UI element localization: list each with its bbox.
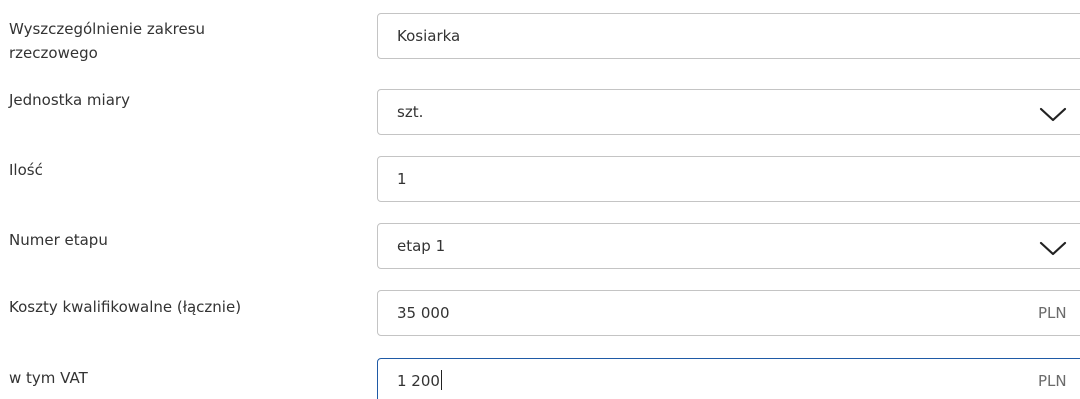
quantity-value: 1 [397, 170, 407, 188]
scope-description-label: Wyszczególnienie zakresu rzeczowego [9, 20, 206, 62]
eligible-costs-input[interactable]: 35 000 PLN [377, 290, 1080, 336]
scope-description-input[interactable]: Kosiarka [377, 13, 1080, 59]
vat-input[interactable]: 1 200 PLN [377, 358, 1080, 399]
stage-number-label: Numer etapu [9, 231, 108, 249]
text-caret [440, 370, 442, 390]
scope-description-value: Kosiarka [397, 27, 461, 45]
stage-number-select[interactable]: etap 1 [377, 223, 1080, 269]
unit-value: szt. [397, 103, 424, 121]
stage-number-value: etap 1 [397, 237, 446, 255]
quantity-label: Ilość [9, 161, 43, 179]
vat-label: w tym VAT [9, 369, 88, 387]
chevron-down-icon[interactable] [1038, 103, 1068, 123]
currency-suffix: PLN [1038, 304, 1067, 322]
eligible-costs-label: Koszty kwalifikowalne (łącznie) [9, 298, 242, 316]
unit-select[interactable]: szt. [377, 89, 1080, 135]
vat-value: 1 200 [397, 372, 440, 390]
cost-item-form: Wyszczególnienie zakresu rzeczowego Kosi… [0, 0, 1080, 399]
currency-suffix: PLN [1038, 372, 1067, 390]
chevron-down-icon[interactable] [1038, 237, 1068, 257]
eligible-costs-value: 35 000 [397, 304, 450, 322]
unit-label: Jednostka miary [9, 91, 130, 109]
quantity-input[interactable]: 1 [377, 156, 1080, 202]
